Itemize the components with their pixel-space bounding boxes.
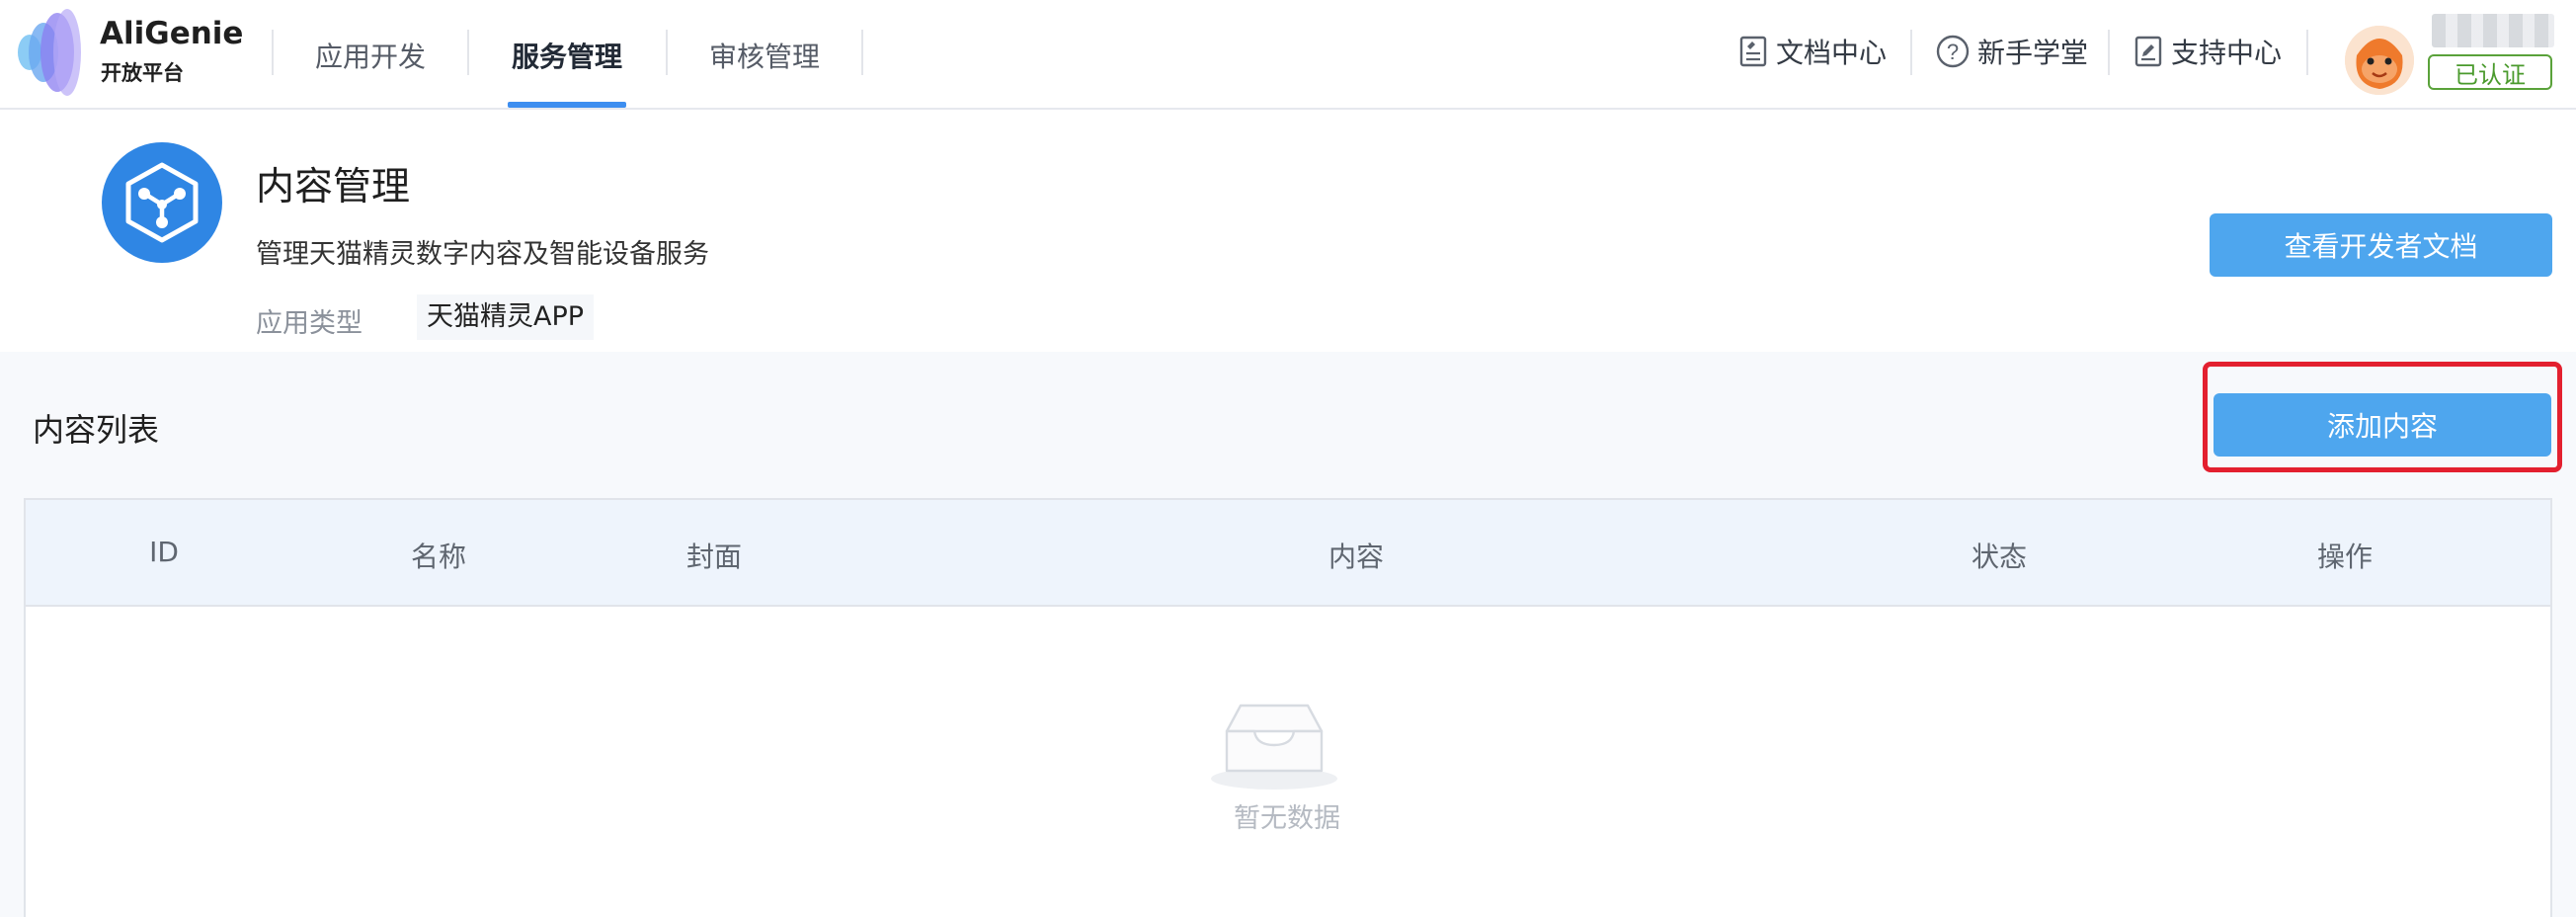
doc-center-label: 文档中心 xyxy=(1776,37,1888,69)
highlight-box xyxy=(2203,362,2562,472)
column-header-cover: 封面 xyxy=(685,541,743,573)
brand-name: AliGenie xyxy=(100,16,244,51)
page-title: 内容管理 xyxy=(256,165,411,209)
column-header-id: ID xyxy=(149,536,179,568)
question-circle-icon: ? xyxy=(1936,35,1970,68)
content-list-title: 内容列表 xyxy=(33,411,160,449)
header-divider xyxy=(2108,30,2110,75)
app-type-value: 天猫精灵APP xyxy=(417,294,595,340)
nav-app-development[interactable]: 应用开发 xyxy=(315,36,426,75)
username-redacted xyxy=(2432,14,2554,47)
edit-document-icon xyxy=(2134,36,2162,67)
app-type-label: 应用类型 xyxy=(256,308,362,339)
empty-state-text: 暂无数据 xyxy=(1234,803,1340,834)
page-description: 管理天猫精灵数字内容及智能设备服务 xyxy=(256,239,709,270)
nav-divider xyxy=(272,30,274,75)
column-header-status: 状态 xyxy=(1971,541,2028,573)
cube-node-icon xyxy=(102,142,222,263)
support-center-link[interactable]: 支持中心 xyxy=(2133,34,2282,69)
nav-divider xyxy=(861,30,863,75)
view-developer-docs-button[interactable]: 查看开发者文档 xyxy=(2210,213,2552,277)
header-divider xyxy=(1910,30,1912,75)
nav-service-management[interactable]: 服务管理 xyxy=(512,36,622,75)
aligenie-logo[interactable] xyxy=(16,8,87,97)
verified-badge: 已认证 xyxy=(2428,54,2552,90)
header-divider xyxy=(2306,30,2308,75)
nav-divider xyxy=(467,30,469,75)
column-header-content: 内容 xyxy=(1328,541,1385,573)
nav-divider xyxy=(666,30,668,75)
document-icon xyxy=(1739,36,1767,67)
avatar-image xyxy=(2345,26,2414,95)
doc-center-link[interactable]: 文档中心 xyxy=(1738,34,1887,69)
beginner-school-label: 新手学堂 xyxy=(1977,37,2089,69)
empty-inbox-icon xyxy=(1211,704,1337,790)
user-avatar[interactable] xyxy=(2345,26,2414,95)
support-center-label: 支持中心 xyxy=(2171,37,2283,69)
brand-subtitle: 开放平台 xyxy=(101,61,184,85)
top-header: AliGenie 开放平台 应用开发 服务管理 审核管理 文档中心 ? 新手学堂… xyxy=(0,0,2576,110)
nav-review-management[interactable]: 审核管理 xyxy=(709,36,820,75)
column-header-name: 名称 xyxy=(410,541,467,573)
svg-text:?: ? xyxy=(1947,40,1959,64)
beginner-school-link[interactable]: ? 新手学堂 xyxy=(1936,34,2088,69)
nav-active-indicator xyxy=(508,102,626,108)
column-header-actions: 操作 xyxy=(2316,541,2374,573)
table-header: ID 名称 封面 内容 状态 操作 xyxy=(26,500,2550,607)
